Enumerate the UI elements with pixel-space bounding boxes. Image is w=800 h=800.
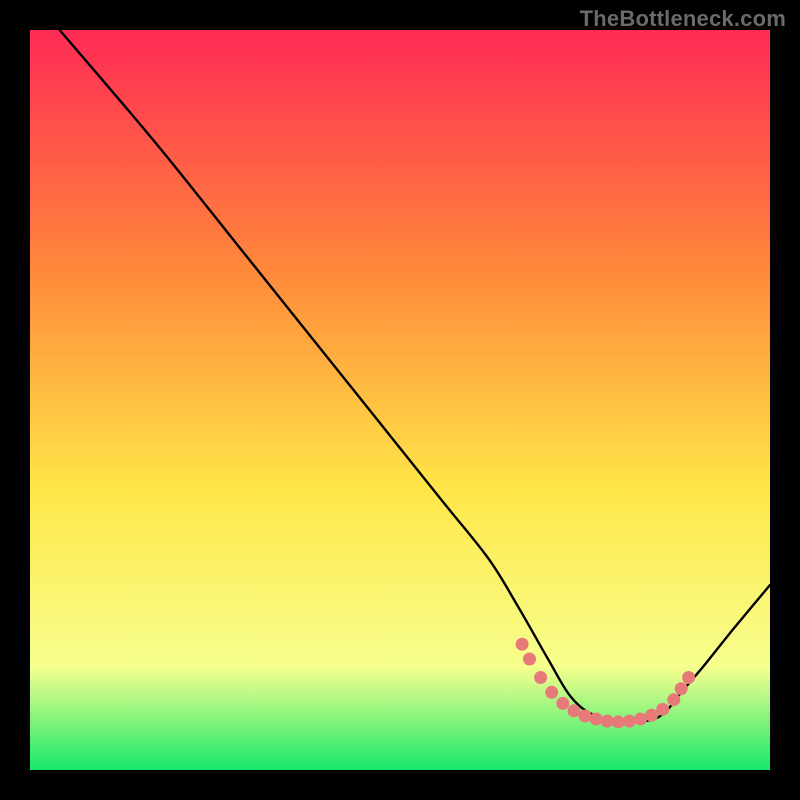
marker-dot	[556, 697, 569, 710]
marker-dot	[667, 693, 680, 706]
gradient-background	[30, 30, 770, 770]
marker-dot	[590, 712, 603, 725]
marker-dot	[523, 653, 536, 666]
plot-area	[30, 30, 770, 770]
chart-svg	[30, 30, 770, 770]
marker-dot	[645, 709, 658, 722]
marker-dot	[601, 715, 614, 728]
watermark-text: TheBottleneck.com	[580, 6, 786, 32]
marker-dot	[634, 712, 647, 725]
marker-dot	[612, 715, 625, 728]
marker-dot	[682, 671, 695, 684]
marker-dot	[516, 638, 529, 651]
marker-dot	[579, 709, 592, 722]
marker-dot	[534, 671, 547, 684]
marker-dot	[545, 686, 558, 699]
marker-dot	[623, 715, 636, 728]
marker-dot	[675, 682, 688, 695]
chart-frame: TheBottleneck.com	[0, 0, 800, 800]
marker-dot	[656, 703, 669, 716]
marker-dot	[567, 704, 580, 717]
